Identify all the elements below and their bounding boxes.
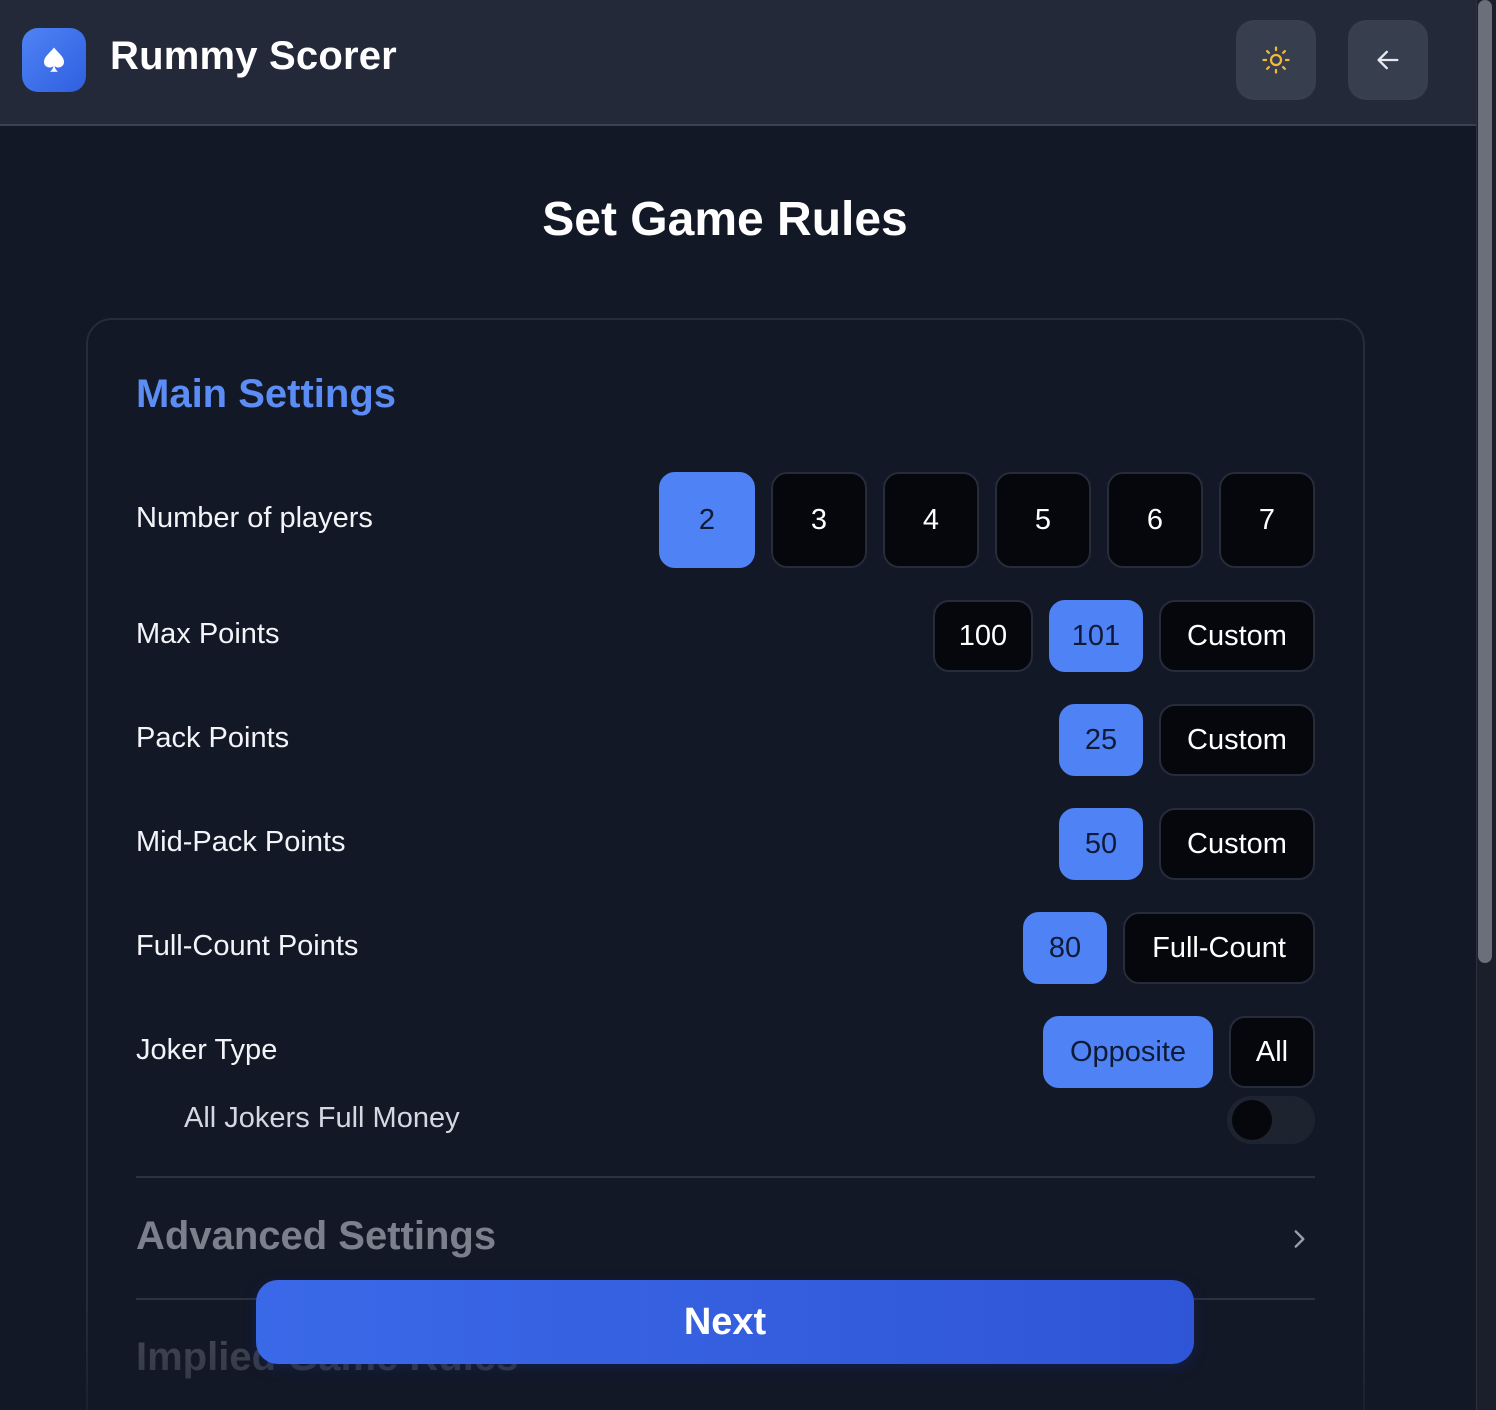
players-label: Number of players [136,502,373,534]
scrollbar-thumb[interactable] [1478,0,1492,963]
joker-type-label: Joker Type [136,1034,278,1066]
chevron-right-icon[interactable] [1286,1224,1312,1254]
full-count-points-option-80[interactable]: 80 [1023,912,1107,984]
players-option-3[interactable]: 3 [771,472,867,568]
main-settings-title: Main Settings [136,372,397,416]
app-header: Rummy Scorer [0,0,1476,126]
pack-points-option-25[interactable]: 25 [1059,704,1143,776]
pack-points-option-custom[interactable]: Custom [1159,704,1315,776]
max-points-option-100[interactable]: 100 [933,600,1033,672]
max-points-label: Max Points [136,618,280,650]
players-option-6[interactable]: 6 [1107,472,1203,568]
app-logo [22,28,86,92]
full-count-points-label: Full-Count Points [136,930,359,962]
all-jokers-full-money-toggle[interactable] [1227,1096,1315,1144]
next-button[interactable]: Next [256,1280,1194,1364]
players-option-4[interactable]: 4 [883,472,979,568]
back-button[interactable] [1348,20,1428,100]
mid-pack-points-label: Mid-Pack Points [136,826,346,858]
players-option-7[interactable]: 7 [1219,472,1315,568]
max-points-option-custom[interactable]: Custom [1159,600,1315,672]
pack-points-label: Pack Points [136,722,290,754]
toggle-knob [1232,1100,1272,1140]
mid-pack-points-option-50[interactable]: 50 [1059,808,1143,880]
full-count-points-option-full-count[interactable]: Full-Count [1123,912,1315,984]
max-points-option-101[interactable]: 101 [1049,600,1143,672]
advanced-settings-header[interactable]: Advanced Settings [136,1214,496,1259]
players-option-2[interactable]: 2 [659,472,755,568]
theme-toggle-button[interactable] [1236,20,1316,100]
players-option-5[interactable]: 5 [995,472,1091,568]
spade-icon [44,47,64,72]
joker-type-option-opposite[interactable]: Opposite [1043,1016,1213,1088]
page-title: Set Game Rules [542,193,908,246]
mid-pack-points-option-custom[interactable]: Custom [1159,808,1315,880]
all-jokers-full-money-label: All Jokers Full Money [184,1102,460,1134]
joker-type-option-all[interactable]: All [1229,1016,1315,1088]
sun-icon [1262,46,1290,74]
arrow-left-icon [1377,50,1399,70]
section-divider [136,1176,1315,1178]
app-title: Rummy Scorer [110,34,397,78]
